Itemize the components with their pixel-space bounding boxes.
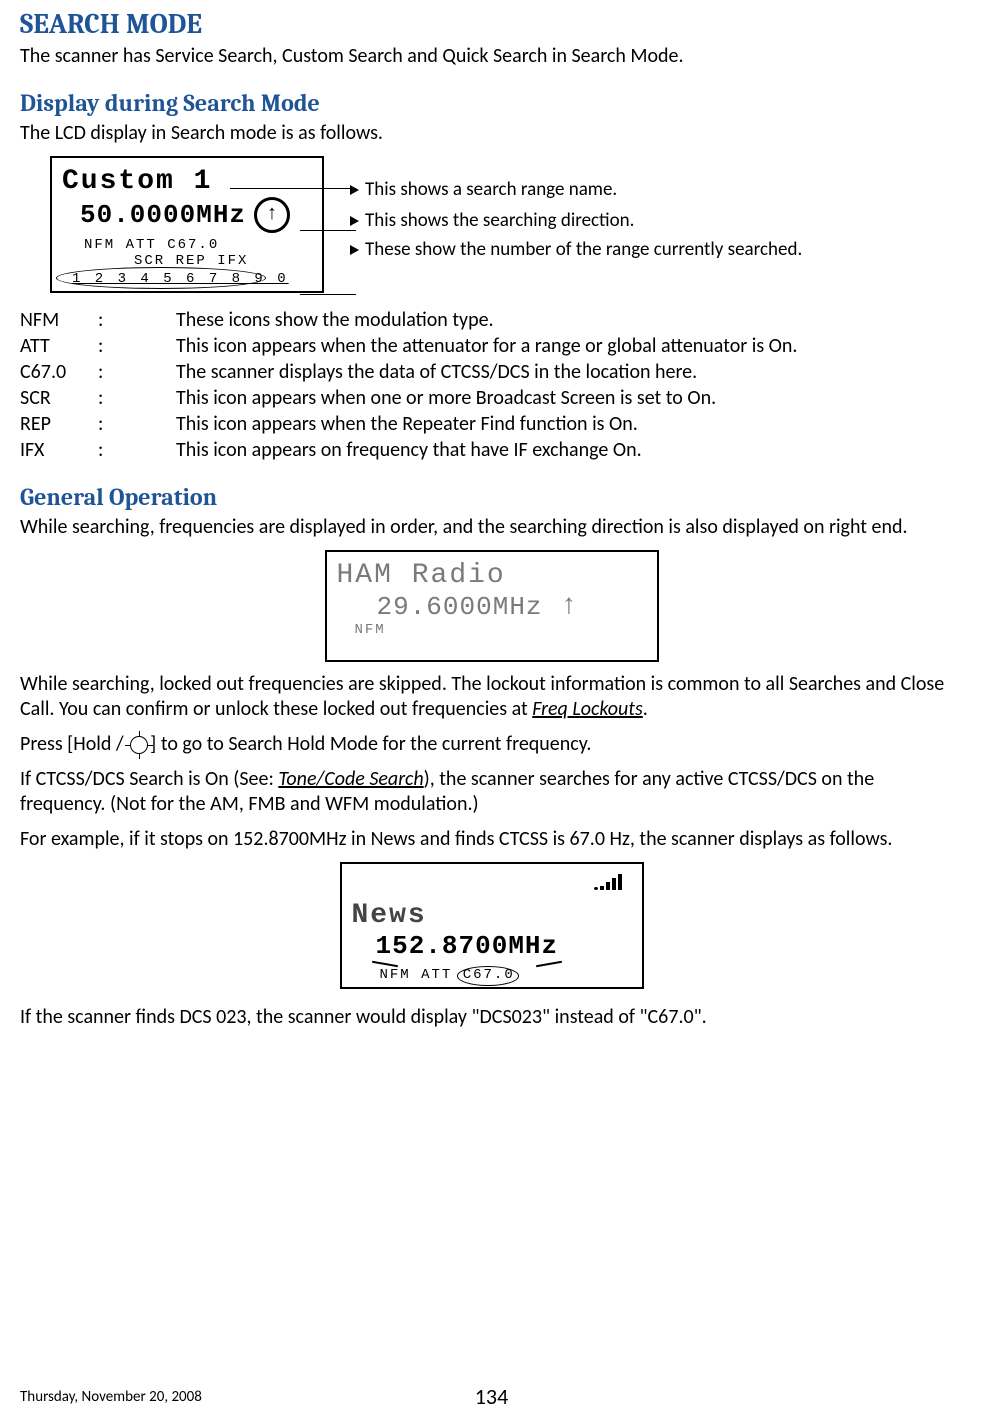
def-row: NFM:These icons show the modulation type…	[20, 307, 805, 333]
range-ellipse-icon	[56, 267, 266, 289]
lcd1: Custom 1 50.0000MHz ↑ NFM ATT C67.0 SCR …	[50, 156, 324, 293]
arrow-icon	[350, 185, 359, 195]
genop-p1: While searching, frequencies are display…	[20, 515, 963, 540]
close-call-icon	[130, 736, 148, 754]
def-row: C67.0:The scanner displays the data of C…	[20, 359, 805, 385]
genop-p6: If the scanner finds DCS 023, the scanne…	[20, 1005, 963, 1030]
genop-p3: Press [Hold / ] to go to Search Hold Mod…	[20, 732, 963, 757]
lcd2-arrow-icon: ↑	[561, 591, 578, 622]
lcd3-icons: NFM ATT	[380, 967, 463, 983]
genop-p5: For example, if it stops on 152.8700MHz …	[20, 827, 963, 852]
def-val: These icons show the modulation type.	[176, 307, 805, 333]
heading-general-operation: General Operation	[20, 483, 963, 511]
lcd1-diagram: Custom 1 50.0000MHz ↑ NFM ATT C67.0 SCR …	[20, 156, 963, 293]
def-val: This icon appears on frequency that have…	[176, 437, 805, 463]
genop-p3a: Press [Hold /	[20, 732, 128, 756]
footer-date: Thursday, November 20, 2008	[20, 1388, 202, 1406]
lcd3: News 152.8700MHz NFM ATT C67.0	[340, 862, 644, 989]
intro-search-mode: The scanner has Service Search, Custom S…	[20, 44, 963, 69]
heading-display-during: Display during Search Mode	[20, 89, 963, 117]
lcd1-freq: 50.0000MHz	[80, 200, 246, 230]
def-row: IFX:This icon appears on frequency that …	[20, 437, 805, 463]
lcd1-arrow-icon: ↑	[254, 197, 290, 233]
def-key: ATT	[20, 333, 98, 359]
page-footer: Thursday, November 20, 2008 134	[0, 1388, 983, 1406]
lcd2-name: HAM Radio	[337, 560, 647, 591]
def-key: SCR	[20, 385, 98, 411]
anno3: These show the number of the range curre…	[365, 238, 802, 261]
def-row: SCR:This icon appears when one or more B…	[20, 385, 805, 411]
arrow-icon	[350, 216, 359, 226]
anno2: This shows the searching direction.	[365, 209, 634, 232]
link-freq-lockouts[interactable]: Freq Lockouts	[532, 697, 643, 721]
lcd1-annotations: This shows a search range name. This sho…	[350, 156, 980, 261]
lcd1-name: Custom 1	[62, 166, 312, 197]
icon-definitions: NFM:These icons show the modulation type…	[20, 307, 805, 463]
def-val: This icon appears when the attenuator fo…	[176, 333, 805, 359]
def-val: The scanner displays the data of CTCSS/D…	[176, 359, 805, 385]
def-val: This icon appears when one or more Broad…	[176, 385, 805, 411]
lcd3-name: News	[352, 900, 632, 931]
def-key: IFX	[20, 437, 98, 463]
genop-p2: While searching, locked out frequencies …	[20, 672, 963, 722]
def-row: ATT:This icon appears when the attenuato…	[20, 333, 805, 359]
genop-p2b: .	[643, 697, 648, 721]
lcd1-icons: NFM ATT C67.0	[84, 237, 312, 253]
lcd2-mod: NFM	[355, 622, 647, 638]
footer-page-number: 134	[475, 1383, 508, 1410]
genop-p4: If CTCSS/DCS Search is On (See: Tone/Cod…	[20, 767, 963, 817]
lcd2-freq: 29.6000MHz	[377, 592, 543, 622]
page: SEARCH MODE The scanner has Service Sear…	[0, 0, 983, 1426]
lcd2: HAM Radio 29.6000MHz ↑ NFM	[325, 550, 659, 662]
def-key: REP	[20, 411, 98, 437]
def-val: This icon appears when the Repeater Find…	[176, 411, 805, 437]
genop-p4a: If CTCSS/DCS Search is On (See:	[20, 767, 278, 791]
genop-p3b: ] to go to Search Hold Mode for the curr…	[150, 732, 591, 756]
intro-display: The LCD display in Search mode is as fol…	[20, 121, 963, 146]
ctcss-ellipse-icon	[457, 966, 519, 986]
lcd3-freq: 152.8700MHz	[376, 931, 559, 961]
signal-bars-icon	[352, 872, 632, 890]
heading-search-mode: SEARCH MODE	[20, 8, 963, 40]
arrow-icon	[350, 245, 359, 255]
anno1: This shows a search range name.	[365, 178, 617, 201]
def-key: NFM	[20, 307, 98, 333]
def-key: C67.0	[20, 359, 98, 385]
def-row: REP:This icon appears when the Repeater …	[20, 411, 805, 437]
link-tone-code-search[interactable]: Tone/Code Search	[278, 767, 423, 791]
genop-p2a: While searching, locked out frequencies …	[20, 672, 944, 721]
